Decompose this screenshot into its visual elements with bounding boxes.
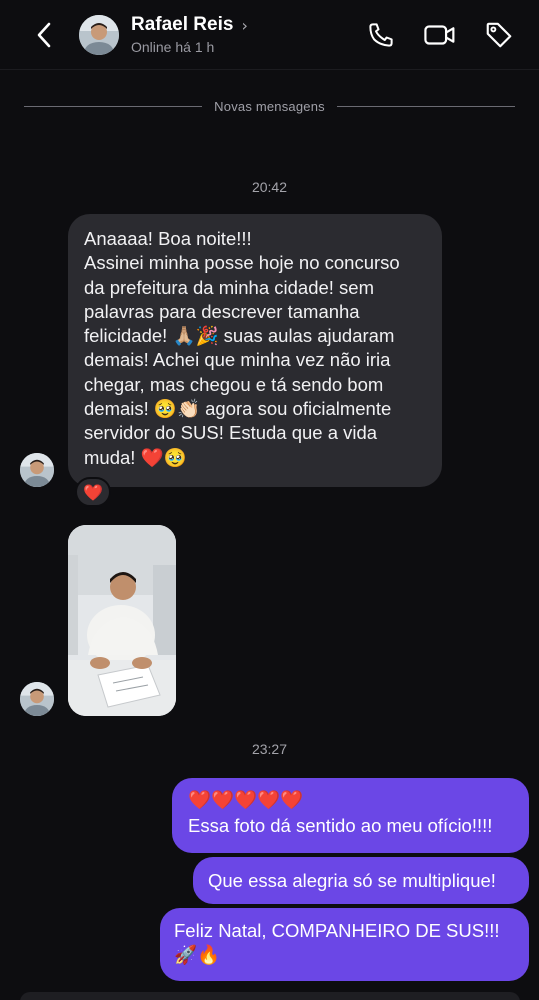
outgoing-message-text: Essa foto dá sentido ao meu ofício!!!! — [188, 815, 493, 836]
phone-icon — [369, 23, 393, 47]
video-call-button[interactable] — [423, 18, 457, 52]
reaction-emoji: ❤️ — [83, 482, 103, 502]
sender-avatar[interactable] — [20, 453, 54, 487]
sender-avatar[interactable] — [20, 682, 54, 716]
photo-image — [68, 525, 176, 716]
divider-label: Novas mensagens — [214, 98, 325, 114]
video-camera-icon — [424, 25, 455, 45]
contact-name-link[interactable]: Rafael Reis › — [131, 14, 248, 36]
outgoing-message-hearts: ❤️❤️❤️❤️❤️ — [188, 790, 304, 811]
outgoing-message-text: Que essa alegria só se multiplique! — [208, 870, 496, 891]
incoming-message-text: Anaaaa! Boa noite!!! Assinei minha posse… — [84, 228, 400, 468]
back-icon — [37, 22, 51, 48]
tag-button[interactable] — [482, 18, 516, 52]
back-button[interactable] — [30, 20, 58, 50]
heart-reaction[interactable]: ❤️ — [75, 477, 111, 507]
tag-icon — [486, 22, 512, 48]
outgoing-message-text: Feliz Natal, COMPANHEIRO DE SUS!!! — [174, 920, 500, 941]
photo-message[interactable] — [68, 525, 176, 716]
contact-status: Online há 1 h — [131, 39, 215, 55]
contact-name: Rafael Reis — [131, 14, 234, 35]
contact-avatar[interactable] — [79, 15, 119, 55]
new-messages-divider: Novas mensagens — [24, 98, 516, 114]
call-button[interactable] — [364, 18, 398, 52]
incoming-message-bubble[interactable]: Anaaaa! Boa noite!!! Assinei minha posse… — [68, 214, 442, 487]
outgoing-message-bubble[interactable]: Feliz Natal, COMPANHEIRO DE SUS!!! 🚀🔥 — [160, 908, 529, 981]
outgoing-message-bubble[interactable]: Que essa alegria só se multiplique! — [193, 857, 529, 904]
outgoing-message-bubble[interactable]: ❤️❤️❤️❤️❤️ Essa foto dá sentido ao meu o… — [172, 778, 529, 853]
divider-line — [24, 105, 203, 107]
message-composer[interactable] — [20, 992, 520, 1000]
outgoing-message-emoji: 🚀🔥 — [174, 945, 221, 966]
chevron-right-icon: › — [241, 15, 248, 35]
timestamp: 20:42 — [251, 179, 288, 195]
chat-header: Rafael Reis › Online há 1 h — [0, 0, 539, 70]
timestamp: 23:27 — [251, 741, 288, 757]
divider-line — [336, 105, 516, 107]
